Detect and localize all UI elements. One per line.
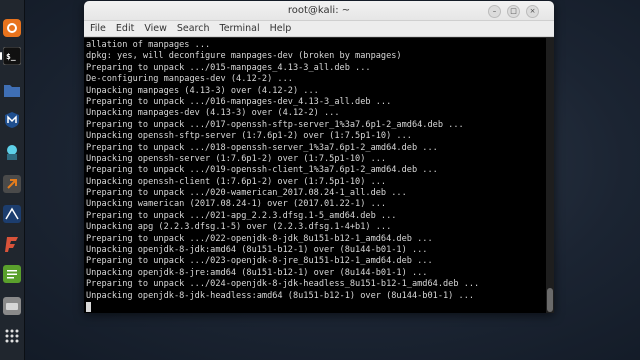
terminal-line: Unpacking openssh-server (1:7.6p1-2) ove… [86,153,387,164]
menu-search[interactable]: Search [177,23,210,34]
terminal-line: Unpacking openssh-sftp-server (1:7.6p1-2… [86,131,412,142]
terminal-line: Preparing to unpack .../023-openjdk-8-jr… [86,256,433,267]
title-bar[interactable]: root@kali: ~ – □ × [84,1,554,21]
menu-edit[interactable]: Edit [116,23,134,34]
terminal-line: Preparing to unpack .../016-manpages-dev… [86,96,392,107]
scrollbar-thumb[interactable] [547,288,553,312]
terminal-line: Preparing to unpack .../017-openssh-sftp… [86,119,464,130]
terminal-line: Unpacking openjdk-8-jdk:amd64 (8u151-b12… [86,245,428,256]
terminal-line: Unpacking openjdk-8-jre:amd64 (8u151-b12… [86,267,428,278]
terminal-line: Unpacking openjdk-8-jdk-headless:amd64 (… [86,290,475,301]
terminal-line: Unpacking openssh-client (1:7.6p1-2) ove… [86,176,387,187]
armitage-icon[interactable] [2,142,22,162]
terminal-line: Preparing to unpack .../019-openssh-clie… [86,165,438,176]
menu-file[interactable]: File [90,23,106,34]
terminal-line: Preparing to unpack .../024-openjdk-8-jd… [86,279,480,290]
terminal-line: Unpacking manpages-dev (4.13-3) over (4.… [86,108,340,119]
svg-text:$_: $_ [6,52,16,61]
close-icon[interactable]: × [526,5,539,18]
app-grid-icon[interactable] [2,326,22,346]
menu-view[interactable]: View [144,23,167,34]
terminal-line: Preparing to unpack .../015-manpages_4.1… [86,62,371,73]
maltego-icon[interactable] [2,204,22,224]
terminal-line: De-configuring manpages-dev (4.12-2) ... [86,74,293,85]
terminal-line: dpkg: yes, will deconfigure manpages-dev… [86,51,402,62]
leafpad-icon[interactable] [2,264,22,284]
terminal-line: Unpacking apg (2.2.3.dfsg.1-5) over (2.2… [86,222,392,233]
terminal-line: Unpacking manpages (4.13-3) over (4.12-2… [86,85,319,96]
dock: $_ [0,0,24,360]
terminal-line: Preparing to unpack .../020-wamerican_20… [86,188,407,199]
menu-help[interactable]: Help [270,23,292,34]
window-title: root@kali: ~ [287,5,351,16]
terminal-output[interactable]: allation of manpages ... dpkg: yes, will… [84,38,546,313]
terminal-prompt-line[interactable] [86,301,546,313]
text-cursor [86,301,91,312]
terminal-window: root@kali: ~ – □ × File Edit View Search… [84,1,554,313]
menu-bar: File Edit View Search Terminal Help [84,21,554,37]
terminal-icon[interactable]: $_ [0,46,22,66]
minimize-icon[interactable]: – [488,5,501,18]
firefox-icon[interactable] [2,18,22,38]
files-icon[interactable] [2,80,22,100]
terminal-line: Preparing to unpack .../022-openjdk-8-jd… [86,233,433,244]
metasploit-icon[interactable] [2,110,22,130]
terminal-line: Unpacking wamerican (2017.08.24-1) over … [86,199,387,210]
terminal-line: allation of manpages ... [86,40,211,50]
terminal-line: Preparing to unpack .../018-openssh-serv… [86,142,438,153]
maximize-icon[interactable]: □ [507,5,520,18]
cherrytree-icon[interactable] [2,296,22,316]
burpsuite-icon[interactable] [2,174,22,194]
terminal-line: Preparing to unpack .../021-apg_2.2.3.df… [86,210,397,221]
scrollbar[interactable] [546,38,554,313]
menu-terminal[interactable]: Terminal [220,23,260,34]
faraday-icon[interactable] [2,234,22,254]
